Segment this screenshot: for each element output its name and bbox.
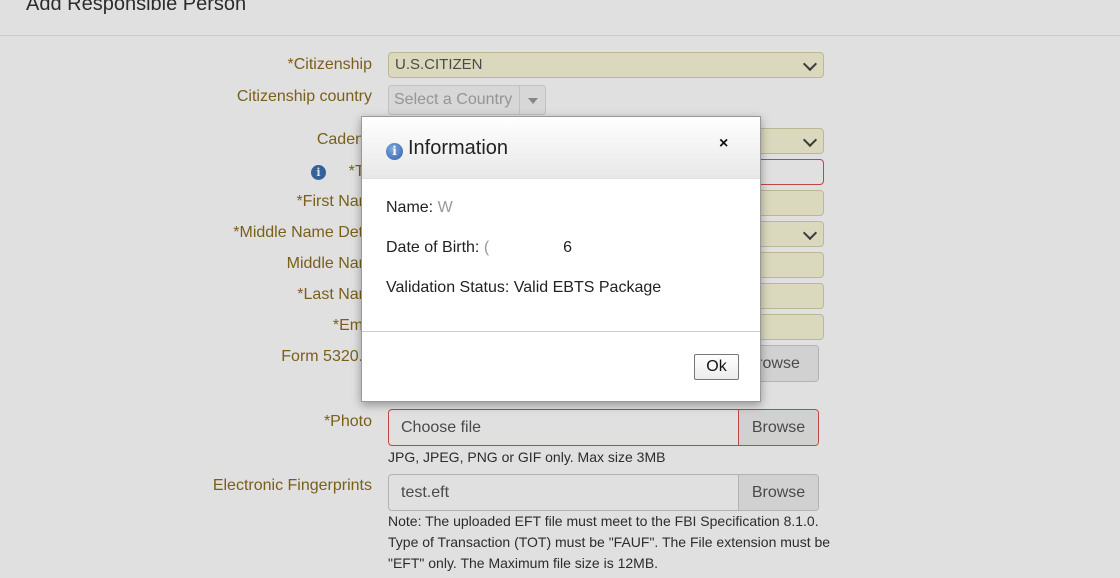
name-line: Name: W [386, 199, 553, 217]
close-icon[interactable]: × [719, 135, 728, 153]
ok-button[interactable]: Ok [694, 354, 739, 380]
information-dialog: i Information × Name: W Date of Birth: (… [361, 116, 761, 402]
dob-line: Date of Birth: (6 [386, 239, 572, 257]
dialog-footer: Ok [362, 331, 760, 401]
redacted-name [452, 200, 553, 214]
dialog-header: i Information × [362, 117, 760, 179]
dialog-title: Information [408, 137, 509, 159]
validation-status-line: Validation Status: Valid EBTS Package [386, 279, 661, 297]
validation-status-label: Validation Status: [386, 279, 510, 296]
validation-status-value: Valid EBTS Package [513, 279, 662, 296]
redacted-dob [489, 240, 564, 254]
dob-value-end: 6 [563, 239, 573, 256]
info-icon: i [386, 143, 403, 160]
name-label: Name: [386, 199, 434, 216]
name-value-start: W [437, 199, 453, 216]
dialog-body: Name: W Date of Birth: (6 Validation Sta… [362, 179, 760, 331]
dob-label: Date of Birth: [386, 239, 480, 256]
